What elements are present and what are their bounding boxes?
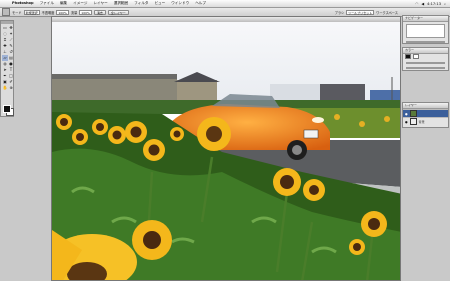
- menu-window[interactable]: ウインドウ: [168, 0, 192, 7]
- eye-icon[interactable]: ●: [405, 112, 408, 116]
- far-field-dot: [384, 116, 390, 122]
- flow-field[interactable]: 100%: [79, 9, 92, 15]
- workspace-label[interactable]: ワークスペース: [376, 10, 450, 15]
- layer-row[interactable]: ● 背景: [403, 117, 448, 125]
- menu-file[interactable]: ファイル: [37, 0, 57, 7]
- far-field-dot: [359, 121, 365, 127]
- building-left-roof: [52, 74, 177, 79]
- menu-image[interactable]: イメージ: [70, 0, 90, 7]
- clock[interactable]: 4:17:13: [427, 2, 441, 6]
- sunflower-large-center: [197, 117, 231, 151]
- menu-filter[interactable]: フィルタ: [131, 0, 151, 7]
- menu-bar: Photoshop ファイル 編集 イメージ レイヤー 選択範囲 フィルタ ビュ…: [0, 0, 450, 8]
- menu-app-name[interactable]: Photoshop: [9, 0, 37, 7]
- layer-row[interactable]: ●: [403, 109, 448, 117]
- navigator-tab[interactable]: ナビゲーター: [403, 16, 448, 22]
- menu-edit[interactable]: 編集: [57, 0, 70, 7]
- layer-thumbnail: [409, 110, 417, 117]
- wifi-icon[interactable]: ◠: [415, 2, 418, 6]
- color-slider-r[interactable]: [406, 62, 445, 64]
- toolbox: ▭ ✥ ◌ ✦ ⌗ ⟋ ✚ ✎ ⊥ ↺ ▱ ▤ ◍ ● ➤ T ✒ □ ▣ ✐ …: [0, 20, 14, 117]
- mode-label: モード: [12, 10, 22, 15]
- opacity-field[interactable]: 100%: [56, 9, 69, 15]
- opacity-label: 不透明度: [41, 10, 55, 15]
- color-chip-bg[interactable]: [413, 54, 419, 59]
- layer-thumbnail: [409, 118, 417, 125]
- flow-label: 流量: [70, 10, 78, 15]
- spotlight-icon[interactable]: ⌕: [444, 2, 446, 6]
- far-field-dot: [334, 114, 340, 120]
- zoom-tool-icon[interactable]: ⊕: [8, 85, 14, 91]
- erase-button[interactable]: 消去: [93, 9, 106, 15]
- all-layers-button[interactable]: 全レイヤー: [107, 9, 129, 15]
- eye-icon[interactable]: ●: [405, 120, 408, 124]
- navigator-panel: ナビゲーター: [402, 15, 449, 44]
- menu-layer[interactable]: レイヤー: [90, 0, 110, 7]
- layer-name: 背景: [418, 119, 425, 124]
- menu-view[interactable]: ビュー: [151, 0, 168, 7]
- navigator-zoom-slider[interactable]: [406, 41, 445, 43]
- color-chip-fg[interactable]: [405, 54, 411, 59]
- menu-help[interactable]: ヘルプ: [192, 0, 209, 7]
- brush-label: ブラシ: [334, 10, 345, 15]
- foreground-color-swatch[interactable]: [3, 105, 11, 113]
- document-window: [51, 16, 401, 281]
- volume-icon[interactable]: ◀: [421, 2, 424, 6]
- photo-canvas[interactable]: [52, 22, 401, 281]
- color-panel: カラー: [402, 47, 449, 71]
- navigator-preview[interactable]: [406, 24, 445, 38]
- menu-select[interactable]: 選択範囲: [111, 0, 131, 7]
- mode-select[interactable]: 新規選択: [23, 9, 40, 15]
- color-slider-g[interactable]: [406, 67, 445, 69]
- layers-panel: レイヤー ● ● 背景: [402, 102, 449, 128]
- tool-preset-icon[interactable]: [2, 8, 10, 16]
- tool-preset-field[interactable]: ツールプリセット: [346, 9, 375, 15]
- menubar-status-area: ◠ ◀ 4:17:13 ⌕: [415, 2, 450, 6]
